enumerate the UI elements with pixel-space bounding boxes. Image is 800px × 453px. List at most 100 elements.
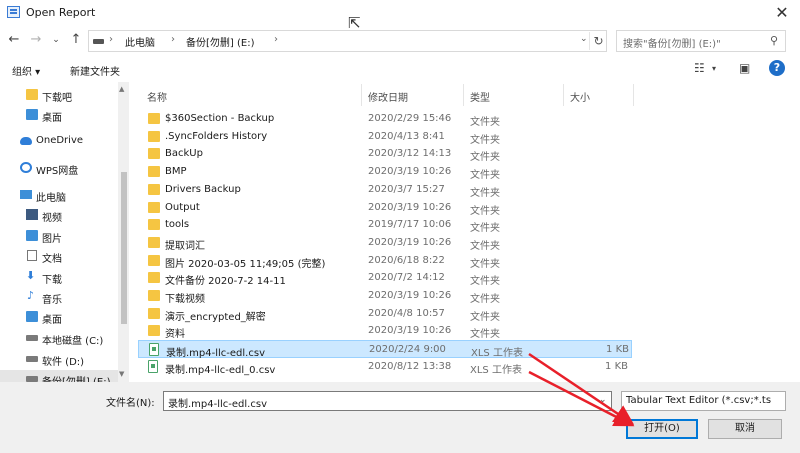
file-row[interactable]: 录制.mp4-llc-edl.csv 2020/2/24 9:00 XLS 工作表 1… [138,340,632,359]
chevron-down-icon[interactable]: ⌄ [580,34,588,44]
computer-icon [20,190,32,199]
chevron-right-icon[interactable]: › [274,34,278,45]
sidebar-item-label: 下载吧 [42,93,72,104]
column-header-date[interactable]: 修改日期 [362,82,464,108]
sidebar-item-drive-e[interactable]: 备份[勿删] (E:) [0,370,118,382]
search-input[interactable]: 搜索"备份[勿删] (E:)" ⚲ [616,30,786,52]
cloud-icon [20,137,32,145]
drive-icon [26,335,38,341]
file-type: 文件夹 [470,187,500,199]
dialog-footer: 文件名(N): 录制.mp4-llc-edl.csv ⌄ Tabular Tex… [0,382,800,453]
sidebar-item-documents[interactable]: 文档 [0,247,118,265]
file-type: 文件夹 [470,311,500,323]
sidebar-item-downloads[interactable]: ⬇ 下载 [0,268,118,286]
filename-value[interactable]: 录制.mp4-llc-edl.csv [168,395,267,410]
documents-icon [27,250,37,261]
folder-row[interactable]: .SyncFolders History 2020/4/13 8:41 文件夹 [138,128,632,146]
folder-row[interactable]: BMP 2020/3/19 10:26 文件夹 [138,163,632,181]
chevron-right-icon[interactable]: › [171,34,175,45]
preview-pane-icon[interactable]: ▣ [739,61,750,75]
sidebar-item-label: 图片 [42,234,62,245]
folder-row[interactable]: 文件备份 2020-7-2 14-11 2020/7/2 14:12 文件夹 [138,269,632,287]
scroll-down-icon[interactable]: ▼ [119,370,124,378]
column-header-size[interactable]: 大小 [564,82,634,108]
sidebar-item-downloads-ba[interactable]: 下载吧 [0,86,118,104]
folder-row[interactable]: tools 2019/7/17 10:06 文件夹 [138,216,632,234]
folder-icon [148,236,160,248]
recent-locations-chevron-icon[interactable]: ⌄ [48,31,64,49]
file-modified-date: 2020/3/19 10:26 [368,325,452,337]
sidebar-item-label: 备份[勿删] (E:) [42,373,110,382]
file-modified-date: 2020/8/12 13:38 [368,360,452,372]
chevron-down-icon[interactable]: ⌄ [599,395,607,405]
sidebar-item-desktop-quick[interactable]: 桌面 [0,106,118,124]
file-name: $360Section - Backup [165,113,275,124]
navigation-scrollbar-thumb[interactable] [121,172,127,324]
column-divider[interactable] [633,84,634,106]
file-size: 1 KB [605,360,628,372]
close-button[interactable]: ✕ [764,0,800,26]
folder-row[interactable]: 图片 2020-03-05 11;49;05 (完整) 2020/6/18 8:2… [138,252,632,270]
view-options-icon[interactable]: ☷ [694,61,705,75]
file-name: BackUp [165,148,203,160]
scroll-up-icon[interactable]: ▲ [119,85,124,93]
filename-input[interactable]: 录制.mp4-llc-edl.csv ⌄ [163,391,612,411]
column-header-name[interactable]: ⌃ 名称 [138,82,362,108]
address-bar[interactable]: › 此电脑 › 备份[勿删] (E:) › ⌄ ↻ [88,30,607,52]
sidebar-item-music[interactable]: ♪ 音乐 [0,288,118,306]
file-type: XLS 工作表 [470,364,522,376]
file-row[interactable]: 录制.mp4-llc-edl_0.csv 2020/8/12 13:38 XLS 工… [138,358,632,376]
folder-row[interactable]: Output 2020/3/19 10:26 文件夹 [138,199,632,217]
folder-row[interactable]: 下载视频 2020/3/19 10:26 文件夹 [138,287,632,305]
sidebar-item-drive-d[interactable]: 软件 (D:) [0,350,118,368]
file-name: 演示_encrypted_解密 [165,311,266,323]
organize-menu[interactable]: 组织 ▾ [12,63,40,78]
search-icon[interactable]: ⚲ [770,34,778,47]
file-name: Drivers Backup [165,183,241,195]
file-modified-date: 2020/3/7 15:27 [368,183,445,195]
file-modified-date: 2020/3/19 10:26 [368,236,452,248]
desktop-icon [26,109,38,120]
sidebar-item-drive-c[interactable]: 本地磁盘 (C:) [0,329,118,347]
file-type-filter[interactable]: Tabular Text Editor (*.csv;*.ts [621,391,786,411]
drive-icon [26,356,38,362]
sidebar-item-label: 视频 [42,213,62,224]
back-arrow-icon[interactable]: ← [6,31,22,49]
folder-row[interactable]: $360Section - Backup 2020/2/29 15:46 文件夹 [138,110,632,128]
new-folder-button[interactable]: 新建文件夹 [70,63,120,78]
folder-row[interactable]: 资料 2020/3/19 10:26 文件夹 [138,322,632,340]
folder-row[interactable]: BackUp 2020/3/12 14:13 文件夹 [138,145,632,163]
sidebar-item-pictures[interactable]: 图片 [0,227,118,245]
file-type: 文件夹 [470,276,500,288]
file-modified-date: 2019/7/17 10:06 [368,219,452,231]
sidebar-item-videos[interactable]: 视频 [0,206,118,224]
folder-row[interactable]: 演示_encrypted_解密 2020/4/8 10:57 文件夹 [138,305,632,323]
filter-value[interactable]: Tabular Text Editor (*.csv;*.ts [626,395,771,406]
chevron-right-icon[interactable]: › [109,34,113,45]
open-button[interactable]: 打开(O) [626,419,698,439]
file-modified-date: 2020/4/8 10:57 [368,307,445,319]
cancel-button[interactable]: 取消 [708,419,782,439]
sidebar-item-this-pc[interactable]: 此电脑 [0,186,118,204]
file-type: 文件夹 [470,329,500,341]
forward-arrow-icon[interactable]: → [28,31,44,49]
file-name: 图片 2020-03-05 11;49;05 (完整) [165,258,326,270]
breadcrumb-drive-e[interactable]: 备份[勿删] (E:) [186,34,254,49]
folder-icon [148,183,160,195]
folder-icon [148,148,160,160]
view-dropdown-icon[interactable]: ▾ [712,64,716,73]
column-header-type[interactable]: 类型 [464,82,564,108]
sidebar-item-wps-cloud[interactable]: WPS网盘 [0,159,118,177]
breadcrumb-this-pc[interactable]: 此电脑 [125,34,155,49]
column-header-label: 名称 [147,93,167,104]
refresh-icon[interactable]: ↻ [589,32,607,50]
up-arrow-icon[interactable]: ↑ [68,31,84,49]
folder-row[interactable]: 提取词汇 2020/3/19 10:26 文件夹 [138,234,632,252]
file-modified-date: 2020/3/19 10:26 [368,201,452,213]
help-icon[interactable]: ? [769,60,785,76]
sidebar-item-desktop[interactable]: 桌面 [0,308,118,326]
sidebar-item-label: 此电脑 [36,193,66,204]
folder-row[interactable]: Drivers Backup 2020/3/7 15:27 文件夹 [138,181,632,199]
folder-icon [148,113,160,124]
sidebar-item-onedrive[interactable]: OneDrive [0,132,118,150]
